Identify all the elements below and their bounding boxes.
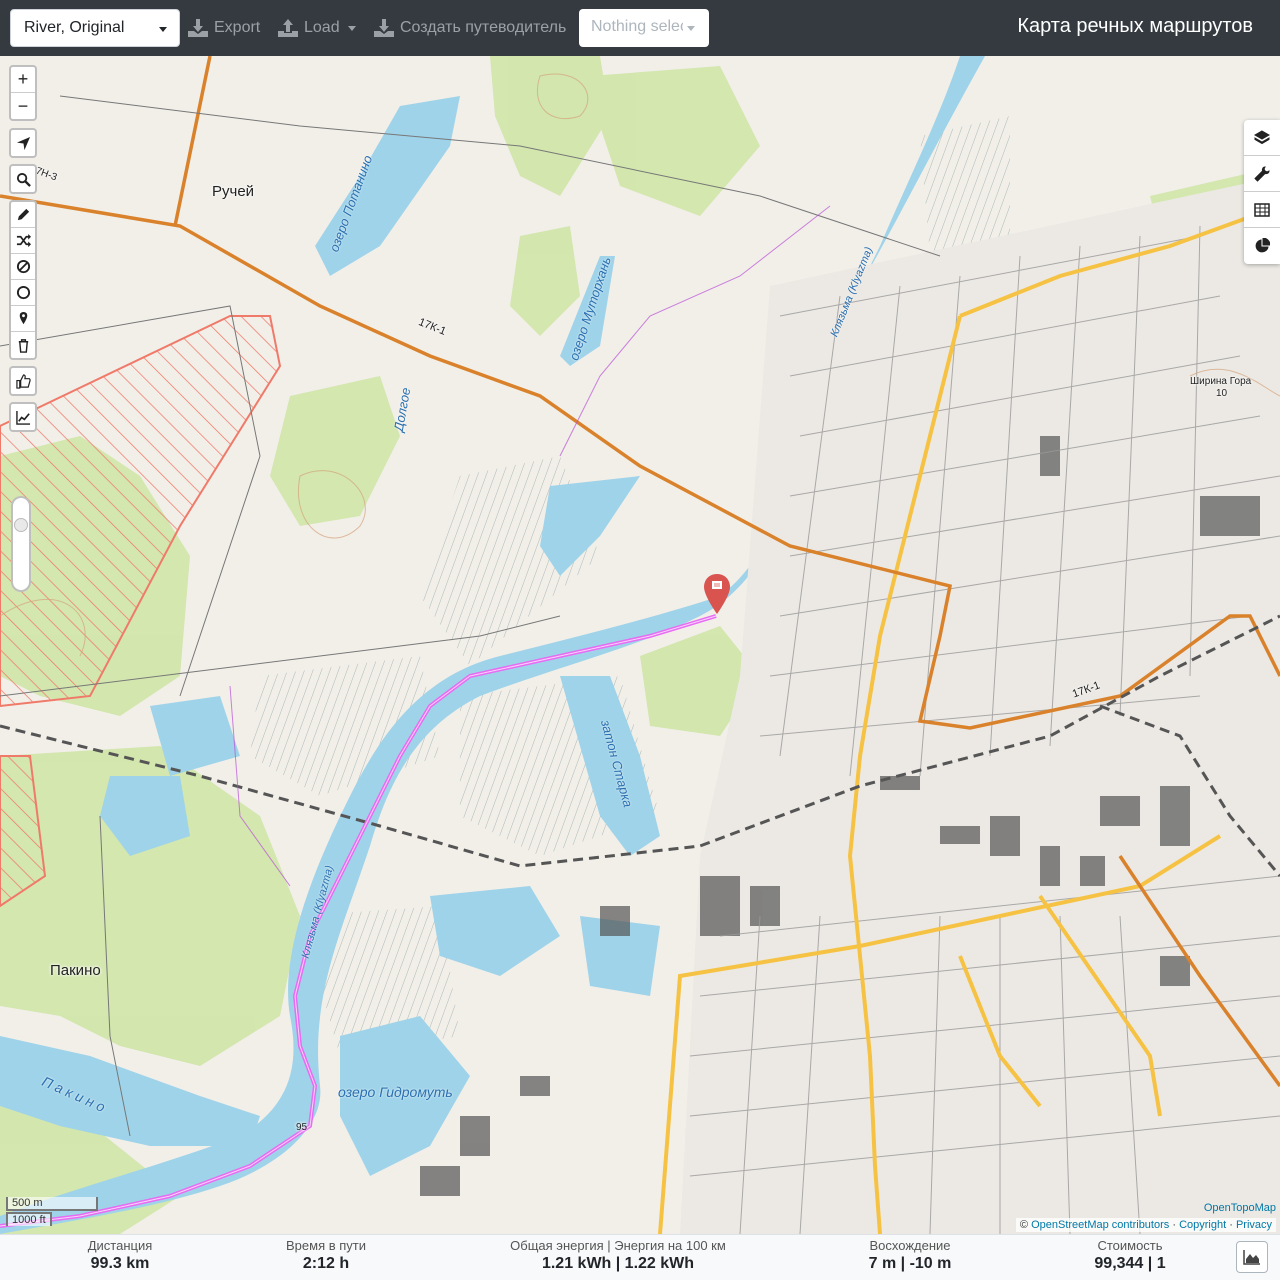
- delete-route-button[interactable]: [11, 332, 35, 358]
- opacity-slider[interactable]: [11, 496, 31, 592]
- scale-imperial: 1000 ft: [6, 1212, 52, 1226]
- scale-metric: 500 m: [6, 1197, 98, 1211]
- load-button[interactable]: Load: [278, 14, 356, 42]
- create-guide-button[interactable]: Создать путеводитель: [374, 14, 566, 42]
- ban-icon: [16, 259, 30, 274]
- circle-icon: [16, 285, 30, 300]
- routing-options-button[interactable]: [11, 368, 35, 394]
- chevron-down-icon: [159, 27, 167, 32]
- map-tiles: [0, 56, 1280, 1234]
- upload-icon: [278, 19, 298, 37]
- stat-time-label: Время в пути: [286, 1238, 366, 1253]
- stat-energy: Общая энергия | Энергия на 100 км 1.21 k…: [500, 1238, 736, 1273]
- stat-ascent-value: 7 m | -10 m: [868, 1255, 952, 1272]
- zoom-in-button[interactable]: +: [11, 67, 35, 93]
- reverse-route-button[interactable]: [11, 228, 35, 254]
- toggle-elevation-chart-button[interactable]: [1236, 1241, 1268, 1273]
- top-toolbar: River, Original Export Load Создать путе…: [0, 0, 1280, 56]
- privacy-link[interactable]: Privacy: [1236, 1219, 1272, 1231]
- stat-energy-value: 1.21 kWh | 1.22 kWh: [541, 1255, 695, 1272]
- copyright-symbol: ©: [1019, 1219, 1029, 1231]
- layers-button[interactable]: [1244, 120, 1280, 156]
- chevron-down-icon: [347, 25, 356, 31]
- stat-distance-label: Дистанция: [87, 1238, 153, 1253]
- circle-area-button[interactable]: [11, 280, 35, 306]
- draw-toolbar: [9, 200, 37, 360]
- stat-time: Время в пути 2:12 h: [266, 1238, 386, 1273]
- stat-ascent: Восхождение 7 m | -10 m: [850, 1238, 970, 1273]
- chevron-down-icon: [687, 26, 695, 31]
- settings-button[interactable]: [1244, 156, 1280, 192]
- label-pakino: Пакино: [50, 962, 101, 979]
- poi-button[interactable]: [11, 306, 35, 332]
- export-label: Export: [214, 19, 261, 36]
- label-shirina-gora-height: 10: [1216, 388, 1228, 399]
- stat-distance-value: 99.3 km: [90, 1255, 150, 1272]
- export-button[interactable]: Export: [188, 14, 260, 42]
- label-ruchey: Ручей: [212, 183, 255, 200]
- load-label: Load: [304, 19, 340, 36]
- search-button[interactable]: [11, 166, 35, 192]
- map-canvas[interactable]: Ручей Пакино озеро Потанино озеро Муторх…: [0, 56, 1280, 1234]
- zoom-control: + −: [9, 65, 37, 121]
- statistics-button[interactable]: [1244, 228, 1280, 264]
- elevation-profile-button[interactable]: [11, 404, 35, 430]
- stat-ascent-label: Восхождение: [869, 1238, 951, 1253]
- stat-cost: Стоимость 99,344 | 1: [1070, 1238, 1190, 1273]
- routing-options-control: [9, 366, 37, 396]
- copyright-link[interactable]: Copyright: [1179, 1219, 1226, 1231]
- selection-dropdown-value: Nothing selected: [591, 18, 683, 35]
- stat-cost-value: 99,344 | 1: [1094, 1255, 1166, 1272]
- search-icon: [16, 172, 31, 187]
- thumbs-up-icon: [15, 373, 31, 389]
- pencil-icon: [17, 208, 29, 221]
- table-button[interactable]: [1244, 192, 1280, 228]
- download-icon: [188, 19, 208, 37]
- draw-route-button[interactable]: [11, 202, 35, 228]
- shuffle-icon: [16, 233, 31, 248]
- stat-cost-label: Стоимость: [1097, 1238, 1163, 1253]
- opentopomap-link[interactable]: OpenTopoMap: [1204, 1202, 1276, 1214]
- label-lake-gidromut: озеро Гидромуть: [338, 1084, 453, 1100]
- selection-dropdown[interactable]: Nothing selected: [579, 9, 709, 47]
- locate-control: [9, 128, 37, 158]
- app-title: Карта речных маршрутов: [1017, 15, 1253, 37]
- stat-distance: Дистанция 99.3 km: [60, 1238, 180, 1273]
- routing-profile-value: River, Original: [24, 19, 125, 36]
- route-start-marker-icon[interactable]: [704, 574, 730, 614]
- trash-icon: [18, 338, 28, 353]
- layers-icon: [1254, 129, 1270, 144]
- map-pin-icon: [19, 311, 27, 325]
- elevation-control: [9, 402, 37, 432]
- label-road-95: 95: [296, 1122, 308, 1133]
- download-icon: [374, 19, 394, 37]
- map-attribution: © OpenStreetMap contributors · Copyright…: [1015, 1218, 1276, 1232]
- stat-time-value: 2:12 h: [302, 1255, 350, 1272]
- stat-energy-label: Общая энергия | Энергия на 100 км: [510, 1238, 726, 1253]
- locate-button[interactable]: [11, 130, 35, 156]
- search-control: [9, 164, 37, 194]
- right-toolbar: [1244, 120, 1280, 264]
- location-arrow-icon: [16, 136, 30, 150]
- attribution-separator: ·: [1229, 1219, 1233, 1231]
- tiles-attribution: OpenTopoMap: [1204, 1202, 1276, 1214]
- attribution-separator: ·: [1172, 1219, 1176, 1231]
- route-stats-bar: Дистанция 99.3 km Время в пути 2:12 h Об…: [0, 1234, 1280, 1280]
- pie-chart-icon: [1255, 238, 1270, 253]
- wrench-icon: [1254, 165, 1270, 182]
- table-icon: [1254, 202, 1270, 217]
- routing-profile-select[interactable]: River, Original: [10, 9, 180, 47]
- no-go-area-button[interactable]: [11, 254, 35, 280]
- create-guide-label: Создать путеводитель: [400, 19, 567, 36]
- label-shirina-gora: Ширина Гора: [1190, 376, 1252, 387]
- opacity-slider-handle[interactable]: [14, 518, 28, 532]
- area-chart-icon: [1243, 1250, 1260, 1265]
- line-chart-icon: [15, 410, 30, 425]
- zoom-out-button[interactable]: −: [11, 93, 35, 119]
- osm-contributors-link[interactable]: OpenStreetMap contributors: [1031, 1219, 1169, 1231]
